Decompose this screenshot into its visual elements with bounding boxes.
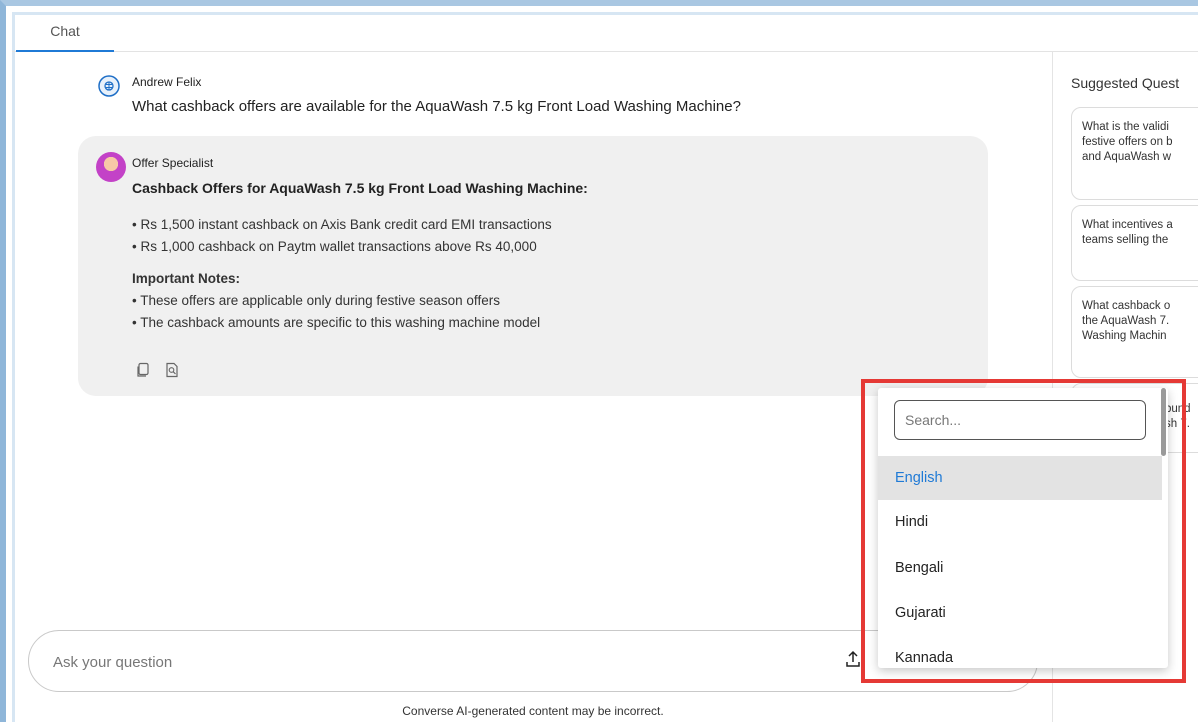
suggested-question-card[interactable]: What is the validi festive offers on b a…	[1071, 107, 1198, 200]
notes-title: Important Notes:	[132, 271, 240, 286]
language-option-kannada[interactable]: Kannada	[878, 636, 1162, 668]
assistant-avatar	[96, 152, 126, 182]
notes-list: • These offers are applicable only durin…	[132, 290, 540, 334]
ask-question-input[interactable]	[53, 651, 813, 673]
suggested-questions-title: Suggested Quest	[1071, 75, 1180, 91]
dropdown-scrollbar[interactable]	[1161, 388, 1166, 456]
language-option-hindi[interactable]: Hindi	[878, 500, 1162, 544]
card-line: and AquaWash w	[1082, 151, 1172, 163]
card-line: What incentives a	[1082, 219, 1173, 231]
language-option-english[interactable]: English	[878, 456, 1162, 500]
card-line: the AquaWash 7.	[1082, 315, 1170, 327]
card-line: bund	[1165, 403, 1191, 415]
document-search-icon[interactable]	[164, 362, 180, 378]
assistant-bubble	[78, 136, 988, 396]
disclaimer-text: Converse AI-generated content may be inc…	[402, 704, 664, 718]
card-line: Washing Machin	[1082, 330, 1167, 342]
copy-icon[interactable]	[135, 362, 151, 378]
suggested-question-card[interactable]: What incentives a teams selling the	[1071, 205, 1198, 281]
language-dropdown: English Hindi Bengali Gujarati Kannada	[878, 388, 1168, 668]
upload-icon[interactable]	[845, 650, 861, 668]
card-line: teams selling the	[1082, 234, 1169, 246]
card-line: festive offers on b	[1082, 136, 1173, 148]
tab-bar: Chat	[12, 12, 1198, 52]
user-name: Andrew Felix	[132, 75, 202, 89]
tab-chat[interactable]: Chat	[16, 12, 114, 52]
offers-list: • Rs 1,500 instant cashback on Axis Bank…	[132, 214, 552, 258]
card-line: What is the validi	[1082, 121, 1169, 133]
assistant-title: Cashback Offers for AquaWash 7.5 kg Fron…	[132, 180, 588, 196]
note-item: • The cashback amounts are specific to t…	[132, 315, 541, 330]
user-question: What cashback offers are available for t…	[132, 98, 741, 115]
language-option-bengali[interactable]: Bengali	[878, 546, 1162, 590]
offer-item: • Rs 1,000 cashback on Paytm wallet tran…	[132, 239, 537, 254]
offer-item: • Rs 1,500 instant cashback on Axis Bank…	[132, 217, 552, 232]
suggested-question-card[interactable]: What cashback o the AquaWash 7. Washing …	[1071, 286, 1198, 378]
brain-icon	[98, 75, 120, 97]
assistant-name: Offer Specialist	[132, 156, 214, 170]
language-search-input[interactable]	[894, 400, 1146, 440]
card-line: What cashback o	[1082, 300, 1171, 312]
language-option-gujarati[interactable]: Gujarati	[878, 591, 1162, 635]
card-line: sh 7.	[1165, 418, 1190, 430]
note-item: • These offers are applicable only durin…	[132, 293, 500, 308]
